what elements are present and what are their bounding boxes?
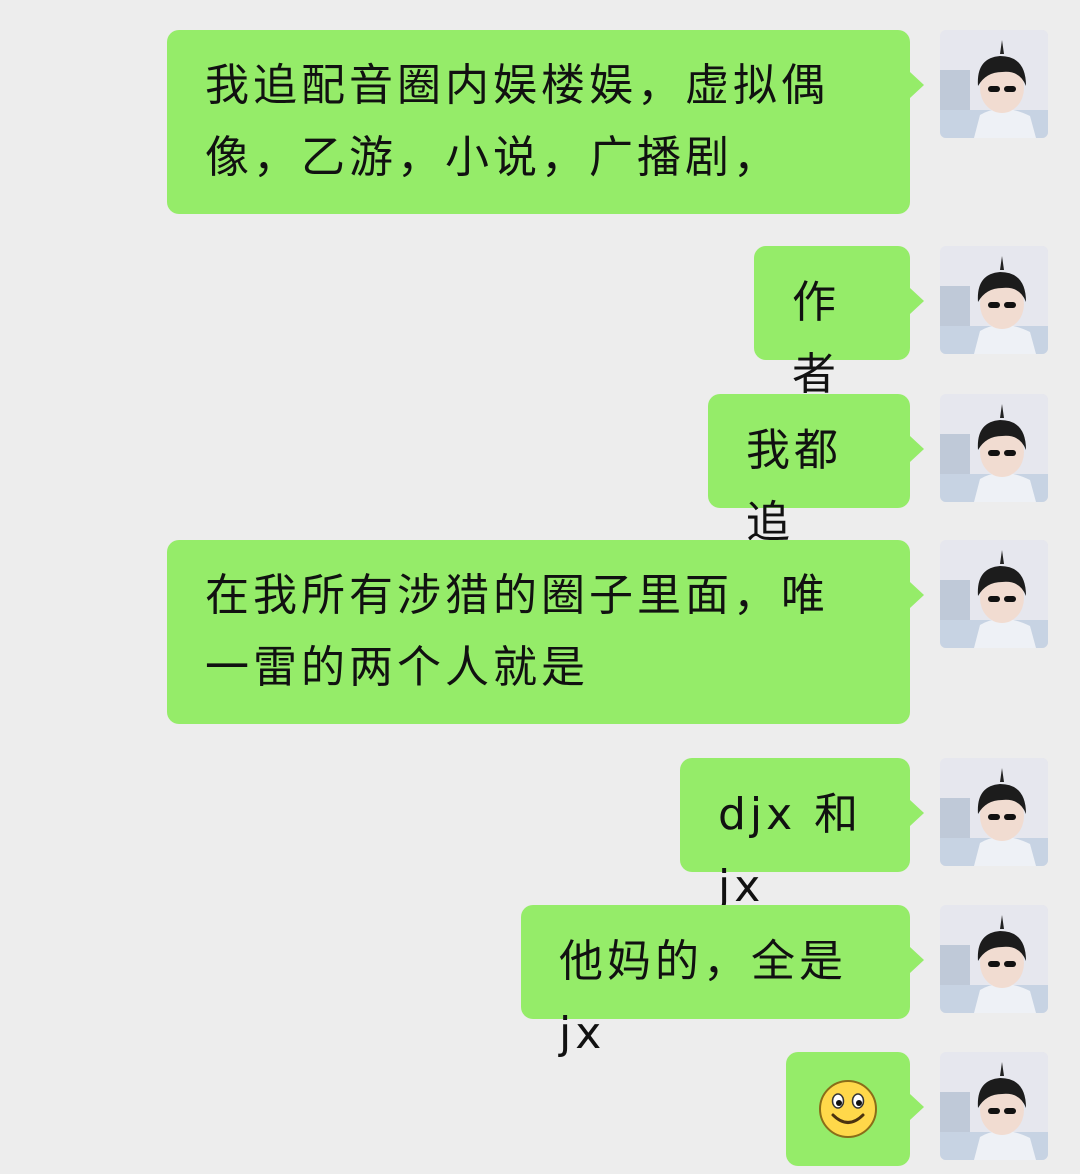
message-bubble[interactable]: 我追配音圈内娱楼娱，虚拟偶像，乙游，小说，广播剧，: [167, 30, 924, 214]
message-text: 作者: [792, 277, 840, 400]
message-bubble[interactable]: 在我所有涉猎的圈子里面，唯一雷的两个人就是: [167, 540, 924, 724]
message-row: 在我所有涉猎的圈子里面，唯一雷的两个人就是: [0, 540, 1080, 724]
smiley-emoji-icon: [819, 1080, 877, 1138]
avatar-image-icon: [940, 540, 1048, 648]
avatar[interactable]: [940, 540, 1048, 648]
avatar[interactable]: [940, 246, 1048, 354]
avatar-image-icon: [940, 758, 1048, 866]
avatar[interactable]: [940, 394, 1048, 502]
avatar[interactable]: [940, 30, 1048, 138]
message-bubble[interactable]: 他妈的，全是 jx: [521, 905, 924, 1059]
message-text: 他妈的，全是 jx: [559, 936, 847, 1059]
avatar-image-icon: [940, 246, 1048, 354]
chat-window: 我追配音圈内娱楼娱，虚拟偶像，乙游，小说，广播剧， 作者 我都追 在我所有涉猎的…: [0, 0, 1080, 1174]
message-row: 我都追: [0, 394, 1080, 548]
avatar[interactable]: [940, 758, 1048, 866]
message-row: 他妈的，全是 jx: [0, 905, 1080, 1059]
message-row: 作者: [0, 246, 1080, 400]
avatar[interactable]: [940, 1052, 1048, 1160]
message-text: 我都追: [746, 425, 842, 548]
message-text: 我追配音圈内娱楼娱，虚拟偶像，乙游，小说，广播剧，: [205, 60, 829, 183]
message-bubble[interactable]: [786, 1052, 924, 1166]
message-row: [0, 1052, 1080, 1166]
avatar-image-icon: [940, 905, 1048, 1013]
message-bubble[interactable]: 作者: [754, 246, 924, 400]
message-text: 在我所有涉猎的圈子里面，唯一雷的两个人就是: [205, 570, 829, 693]
message-bubble[interactable]: 我都追: [708, 394, 924, 548]
message-row: 我追配音圈内娱楼娱，虚拟偶像，乙游，小说，广播剧，: [0, 30, 1080, 214]
message-bubble[interactable]: djx 和 jx: [680, 758, 924, 912]
avatar[interactable]: [940, 905, 1048, 1013]
avatar-image-icon: [940, 394, 1048, 502]
avatar-image-icon: [940, 1052, 1048, 1160]
message-row: djx 和 jx: [0, 758, 1080, 912]
avatar-image-icon: [940, 30, 1048, 138]
message-text: djx 和 jx: [718, 789, 863, 912]
